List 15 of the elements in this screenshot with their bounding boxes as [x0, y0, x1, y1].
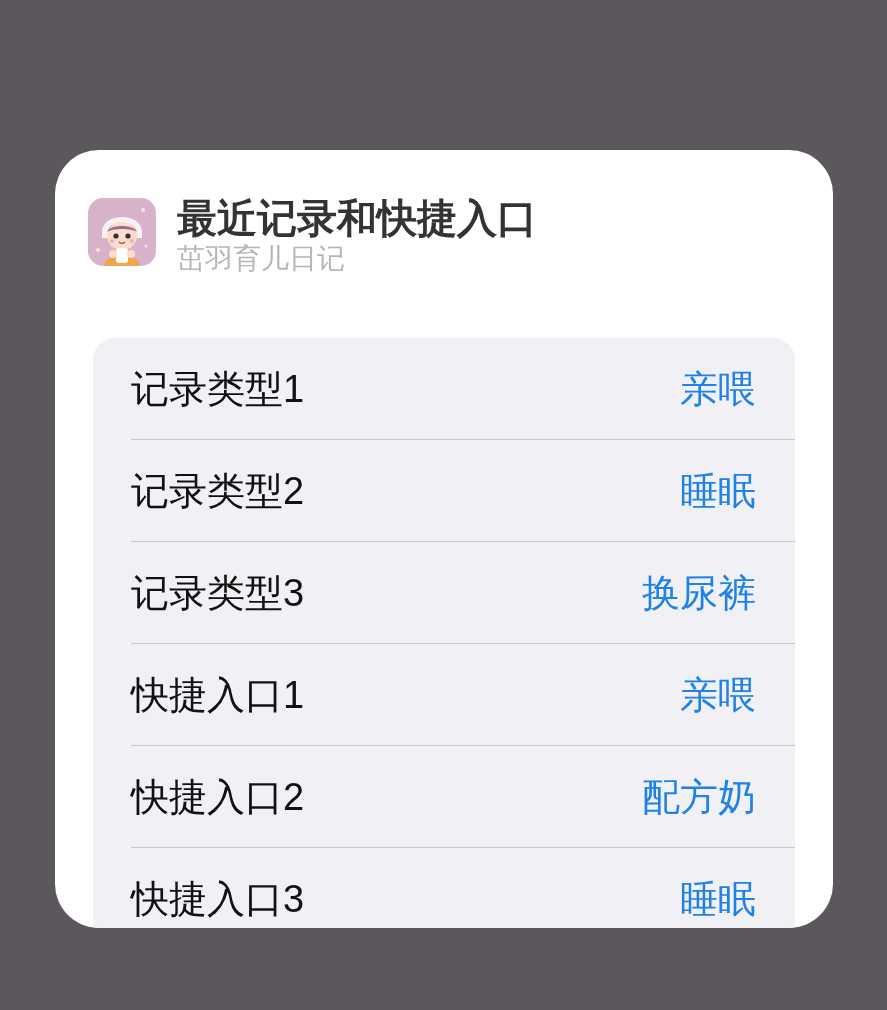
widget-title: 最近记录和快捷入口	[177, 195, 537, 242]
option-value-button[interactable]: 睡眠	[680, 469, 756, 512]
row-label: 快捷入口3	[131, 877, 305, 920]
option-value-button[interactable]: 换尿裤	[642, 571, 756, 614]
option-value-button[interactable]: 睡眠	[680, 877, 756, 920]
row-label: 记录类型3	[131, 571, 305, 614]
row-label: 快捷入口1	[131, 673, 305, 716]
row-label: 记录类型2	[131, 469, 305, 512]
app-name: 茁羽育儿日记	[177, 242, 346, 276]
option-value-button[interactable]: 亲喂	[680, 367, 756, 410]
row-label: 记录类型1	[131, 367, 305, 410]
baby-face-icon	[88, 198, 156, 266]
row-label: 快捷入口2	[131, 775, 305, 818]
option-value-button[interactable]: 配方奶	[642, 775, 756, 818]
option-value-button[interactable]: 亲喂	[680, 673, 756, 716]
